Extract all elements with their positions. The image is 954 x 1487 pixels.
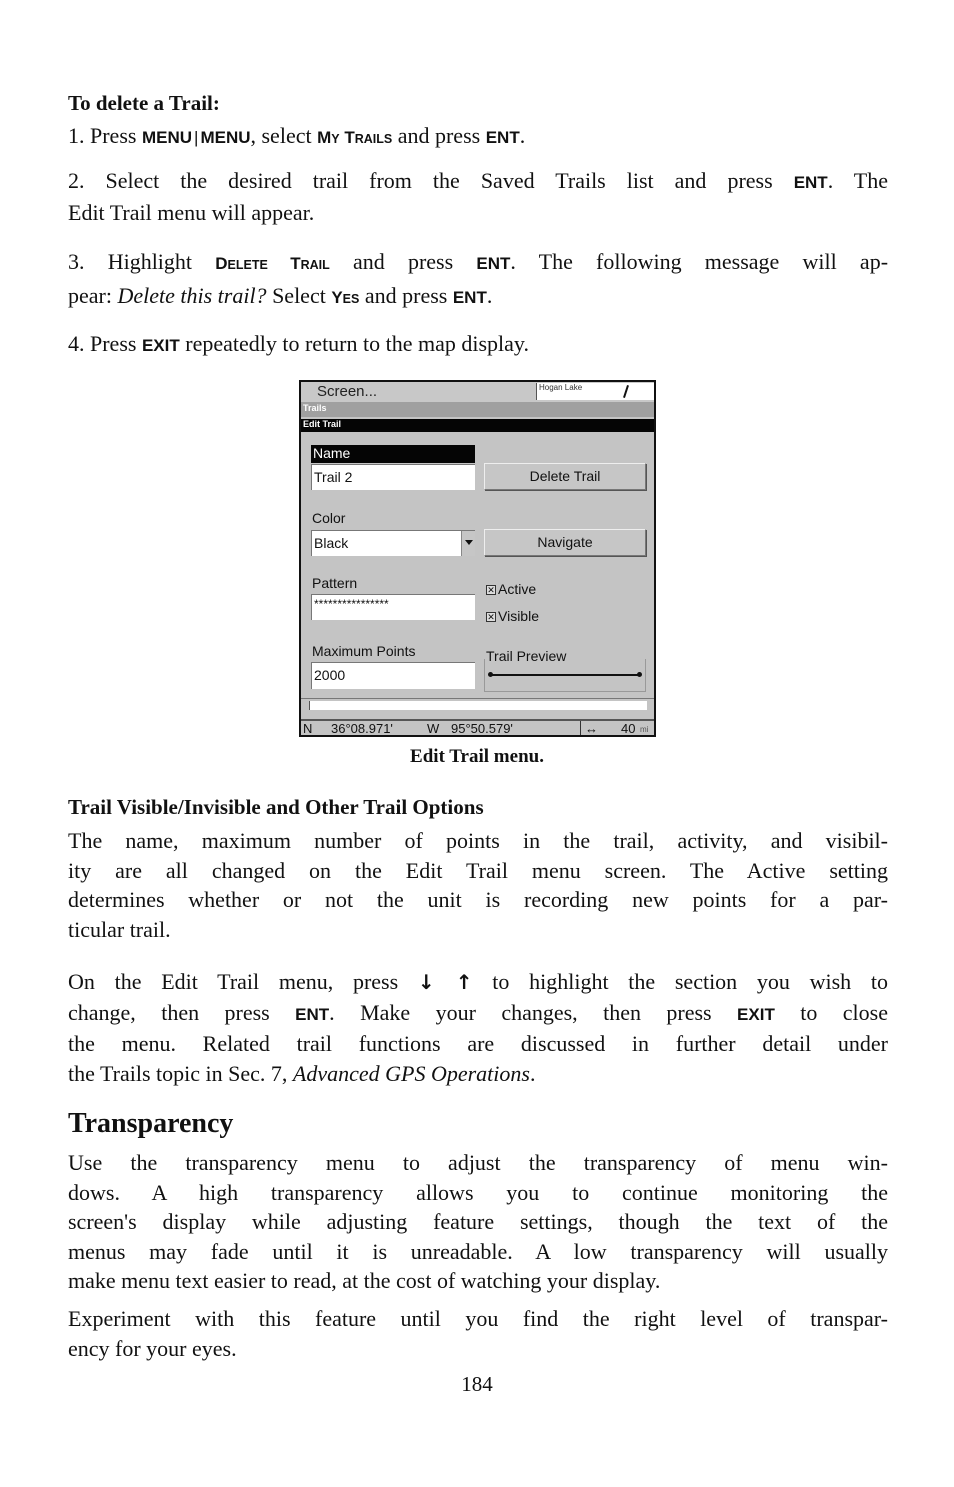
zoom-value: 40 — [621, 721, 636, 736]
max-points-label: Maximum Points — [312, 643, 416, 659]
color-value: Black — [314, 535, 349, 551]
transparency-paragraph-1: Use the transparency menu to adjust the … — [68, 1150, 888, 1293]
step-2-text: 2. Select the desired trail from the Sav… — [68, 168, 794, 193]
screen-menu-label: Screen... — [317, 383, 378, 400]
lat-hemisphere: N — [303, 721, 313, 736]
key-menu: MENU — [141, 128, 193, 147]
step-1: 1. Press MENU | MENU, select MY TRAILS and… — [68, 123, 526, 148]
edit-trail-title-bar: Edit Trail — [301, 419, 654, 432]
key-ent: ENT — [476, 254, 511, 273]
navigate-button[interactable]: Navigate — [484, 529, 646, 556]
zoom-unit: mi — [640, 725, 649, 734]
checkbox-checked-icon[interactable]: ✕ — [486, 612, 496, 622]
key-exit: EXIT — [141, 336, 180, 355]
trail-preview-label: Trail Preview — [486, 648, 570, 664]
scrollbar[interactable] — [309, 701, 647, 710]
latitude: 36°08.971' — [331, 721, 393, 736]
menu-item-yes: YES — [331, 287, 360, 307]
transparency-heading: Transparency — [68, 1108, 234, 1139]
active-checkbox[interactable]: ✕ Active — [486, 581, 536, 597]
visible-label: Visible — [498, 608, 539, 624]
step-4: 4. Press EXIT repeatedly to return to th… — [68, 331, 529, 356]
visible-checkbox[interactable]: ✕ Visible — [486, 608, 539, 624]
divider — [301, 698, 654, 699]
zoom-range-icon: ↔ — [585, 721, 598, 736]
trails-menu-title: Trails — [303, 403, 327, 413]
device-top-bar: Screen... Hogan Lake — [301, 382, 654, 402]
max-points-field[interactable]: 2000 — [311, 662, 475, 689]
menu-item-delete-trail: DELETE TRAIL — [215, 254, 330, 273]
key-ent: ENT — [295, 1004, 330, 1024]
pattern-label: Pattern — [312, 575, 358, 591]
step-1-text: 1. Press — [68, 123, 142, 148]
edit-trail-screenshot: Screen... Hogan Lake Trails Edit Trail N… — [299, 380, 656, 737]
trail-options-paragraph-1: The name, maximum number of points in th… — [68, 828, 888, 942]
status-bar: N 36°08.971' W 95°50.579' ↔ 40 mi — [301, 719, 654, 735]
lon-hemisphere: W — [427, 721, 440, 736]
message-delete-this-trail: Delete this trail? — [117, 282, 267, 308]
key-ent: ENT — [485, 128, 520, 147]
trail-preview-line — [488, 672, 642, 677]
step-2: 2. Select the desired trail from the Sav… — [68, 166, 888, 227]
transparency-paragraph-2: Experiment with this feature until you f… — [68, 1306, 888, 1361]
status-divider — [580, 721, 581, 735]
map-line — [623, 385, 629, 398]
edit-trail-title: Edit Trail — [303, 419, 342, 429]
pattern-field[interactable]: **************** — [311, 594, 475, 620]
longitude: 95°50.579' — [451, 721, 513, 736]
trails-menu-bar: Trails — [301, 402, 654, 417]
arrow-keys-icon: ↓ ↑ — [417, 970, 473, 994]
active-label: Active — [498, 581, 537, 597]
dropdown-arrow-icon[interactable] — [461, 531, 475, 556]
key-menu: MENU — [200, 128, 251, 147]
key-ent: ENT — [452, 287, 487, 307]
trail-options-paragraph-2: On the Edit Trail menu, press ↓ ↑ to hig… — [68, 969, 888, 1086]
step-2-line2: Edit Trail menu will appear. — [68, 199, 315, 225]
step-3: 3. Highlight DELETE TRAIL and press ENT.… — [68, 249, 889, 308]
figure-caption: Edit Trail menu. — [410, 746, 544, 767]
trail-options-heading: Trail Visible/Invisible and Other Trail … — [68, 795, 484, 819]
step-1-text: and press — [392, 123, 486, 148]
name-label: Name — [311, 445, 475, 463]
delete-trail-button[interactable]: Delete Trail — [484, 463, 646, 490]
color-dropdown[interactable]: Black — [311, 530, 475, 556]
step-1-text: , select — [250, 123, 318, 148]
delete-trail-heading: To delete a Trail: — [68, 91, 220, 115]
key-ent: ENT — [793, 173, 828, 192]
color-label: Color — [312, 510, 346, 526]
map-preview: Hogan Lake — [536, 383, 654, 400]
page-number: 184 — [461, 1372, 493, 1396]
checkbox-checked-icon[interactable]: ✕ — [486, 585, 496, 595]
name-field[interactable]: Trail 2 — [311, 464, 475, 490]
key-exit: EXIT — [737, 1004, 775, 1024]
section-reference: Advanced GPS Operations — [292, 1060, 530, 1086]
map-lake-label: Hogan Lake — [539, 383, 583, 392]
menu-item-my-trails: MY TRAILS — [317, 128, 393, 147]
